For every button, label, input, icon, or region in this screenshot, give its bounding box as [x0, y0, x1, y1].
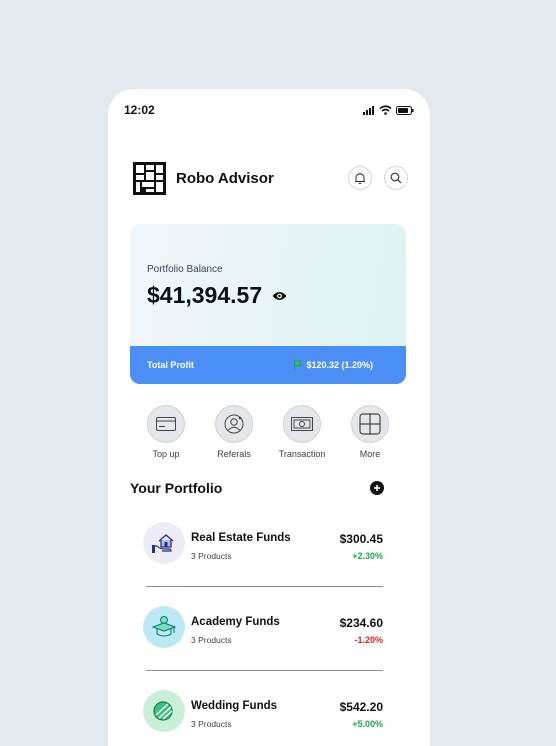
fund-divider [146, 670, 383, 671]
action-transaction-label: Transaction [278, 449, 326, 459]
portfolio-balance-card: Portfolio Balance $41,394.57 Total Profi… [130, 224, 406, 384]
fund-list: Real Estate Funds 3 Products $300.45 +2.… [143, 520, 383, 746]
trend-up-icon [294, 360, 303, 370]
fund-name: Academy Funds [191, 616, 280, 628]
app-title: Robo Advisor [176, 169, 274, 187]
fund-divider [146, 586, 383, 587]
fund-change: +5.00% [352, 719, 383, 729]
action-more-label: More [359, 449, 381, 459]
house-hand-icon [152, 534, 174, 553]
fund-row-academy[interactable]: Academy Funds 3 Products $234.60 -1.20% [143, 604, 383, 688]
portfolio-title: Your Portfolio [130, 480, 223, 496]
fund-change: +2.30% [352, 551, 383, 561]
fund-row-wedding[interactable]: Wedding Funds 3 Products $542.20 +5.00% [143, 688, 383, 746]
action-referals[interactable]: Referals [200, 405, 268, 459]
wifi-icon [379, 105, 392, 115]
search-icon [390, 172, 402, 184]
status-time: 12:02 [124, 103, 155, 117]
fund-amount: $542.20 [339, 700, 383, 714]
fund-icon-wrap [143, 606, 185, 648]
action-top-up-label: Top up [152, 449, 180, 459]
notification-button[interactable] [348, 166, 372, 190]
action-transaction-circle [283, 405, 321, 443]
rings-icon [153, 701, 173, 721]
action-transaction[interactable]: Transaction [268, 405, 336, 459]
toggle-balance-visibility[interactable] [272, 291, 287, 301]
fund-amount: $300.45 [339, 532, 383, 546]
total-profit-wrap: $120.32 (1.20%) [293, 360, 373, 371]
fund-icon-wrap [143, 522, 185, 564]
total-profit-label: Total Profit [147, 360, 194, 370]
portfolio-header: Your Portfolio [130, 480, 384, 496]
fund-amount: $234.60 [339, 616, 383, 630]
fund-row-real-estate[interactable]: Real Estate Funds 3 Products $300.45 +2.… [143, 520, 383, 604]
action-referals-label: Referals [217, 449, 251, 459]
app-header: Robo Advisor [133, 160, 408, 196]
eye-icon [272, 291, 287, 300]
action-top-up-circle [147, 405, 185, 443]
fund-name: Wedding Funds [191, 700, 278, 712]
fund-icon-wrap [143, 690, 185, 732]
grid-icon [359, 413, 381, 435]
fund-products: 3 Products [191, 635, 232, 645]
status-bar: 12:02 [124, 103, 414, 117]
add-fund-button[interactable] [370, 481, 384, 495]
phone-screen: 12:02 Robo Advisor Portfolio Balance $41… [108, 89, 430, 746]
fund-products: 3 Products [191, 551, 232, 561]
fund-products: 3 Products [191, 719, 232, 729]
action-referals-circle [215, 405, 253, 443]
action-more[interactable]: More [336, 405, 404, 459]
balance-value: $41,394.57 [147, 282, 263, 308]
fund-change: -1.20% [354, 635, 383, 645]
app-logo-icon [133, 161, 166, 195]
graduation-cap-icon [151, 616, 177, 637]
action-more-circle [351, 405, 389, 443]
plus-icon [374, 485, 380, 491]
balance-row: $41,394.57 [147, 282, 287, 309]
balance-label: Portfolio Balance [147, 264, 223, 275]
battery-icon [396, 105, 414, 115]
total-profit-value: $120.32 (1.20%) [306, 360, 373, 370]
cash-icon [291, 417, 313, 431]
signal-icon [363, 105, 374, 115]
user-circle-icon [224, 414, 244, 434]
status-icons [363, 105, 414, 115]
card-icon [156, 417, 176, 431]
search-button[interactable] [384, 166, 408, 190]
bell-icon [355, 172, 365, 184]
quick-actions: Top up Referals Transaction More [132, 405, 404, 459]
fund-name: Real Estate Funds [191, 532, 291, 544]
action-top-up[interactable]: Top up [132, 405, 200, 459]
total-profit-bar: Total Profit $120.32 (1.20%) [130, 346, 406, 384]
